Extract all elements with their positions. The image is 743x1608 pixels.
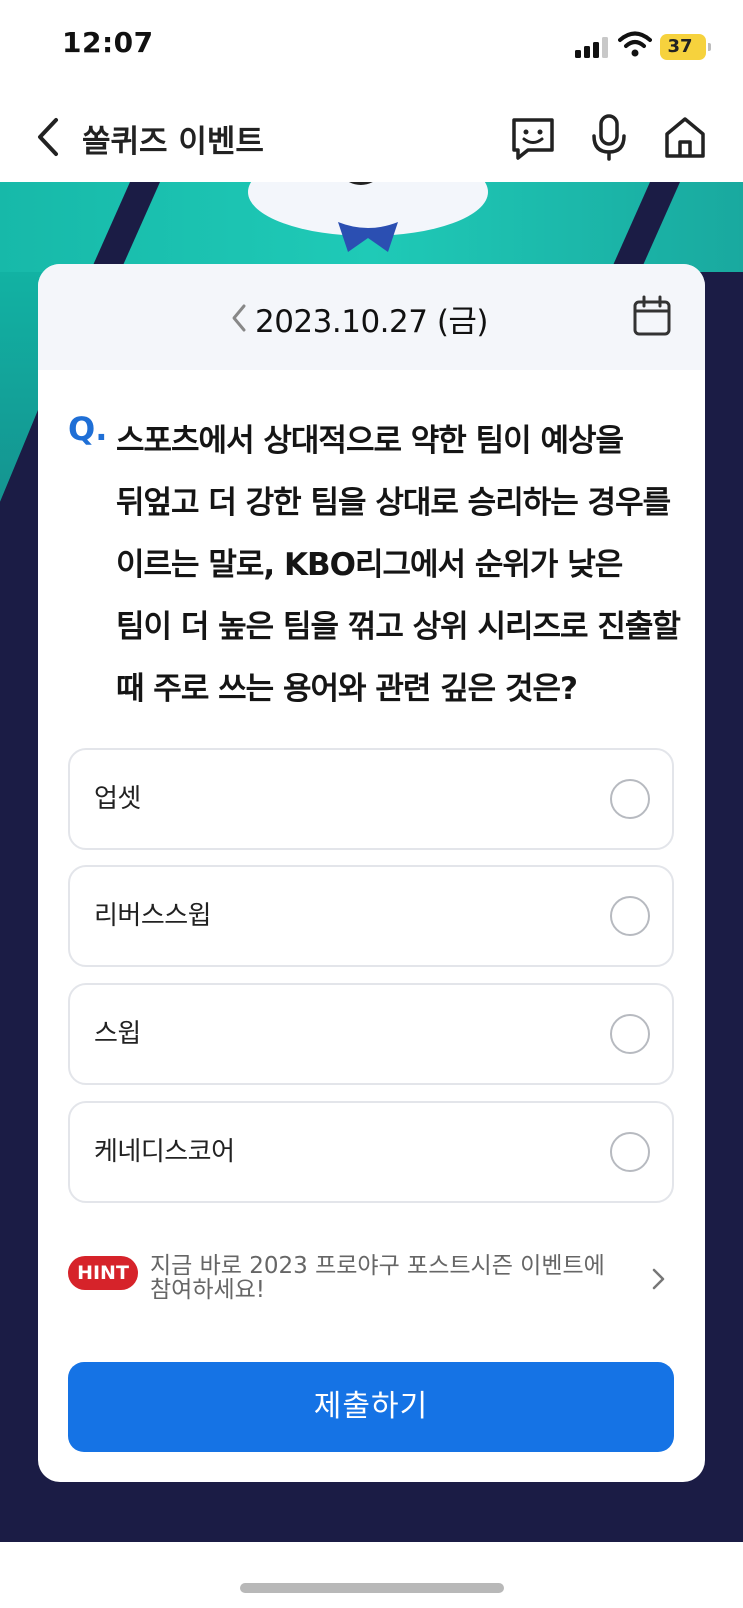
- quiz-date: 2023.10.27 (금): [254, 304, 489, 340]
- radio-button[interactable]: [610, 896, 650, 936]
- page-title: 쏠퀴즈 이벤트: [82, 124, 264, 160]
- answer-option[interactable]: 업셋: [68, 748, 674, 850]
- chevron-right-icon: [652, 1268, 665, 1290]
- submit-button[interactable]: 제출하기: [68, 1362, 674, 1452]
- mascot-illustration: [248, 182, 488, 252]
- status-time: 12:07: [62, 26, 154, 59]
- hint-text: 지금 바로 2023 프로야구 포스트시즌 이벤트에 참여하세요!: [150, 1253, 605, 1303]
- home-icon[interactable]: [660, 112, 710, 162]
- question-mark: Q.: [68, 410, 108, 448]
- quiz-card: 2023.10.27 (금) Q. 스포츠에서 상대적으로 약한 팀이 예상을 …: [38, 264, 705, 1482]
- option-label: 리버스스윕: [94, 901, 212, 931]
- radio-button[interactable]: [610, 1132, 650, 1172]
- option-label: 스윕: [94, 1019, 141, 1049]
- date-navigator: 2023.10.27 (금): [38, 264, 705, 370]
- cellular-signal-icon: [575, 36, 609, 58]
- option-label: 업셋: [94, 784, 141, 814]
- radio-button[interactable]: [610, 779, 650, 819]
- wifi-icon: [618, 31, 652, 57]
- hint-link[interactable]: HINT 지금 바로 2023 프로야구 포스트시즌 이벤트에 참여하세요!: [68, 1254, 674, 1314]
- answer-option[interactable]: 케네디스코어: [68, 1101, 674, 1203]
- microphone-icon[interactable]: [584, 112, 634, 162]
- battery-icon: 37: [660, 34, 711, 60]
- option-label: 케네디스코어: [94, 1137, 235, 1167]
- answer-option[interactable]: 스윕: [68, 983, 674, 1085]
- question-text: 스포츠에서 상대적으로 약한 팀이 예상을 뒤엎고 더 강한 팀을 상대로 승리…: [116, 423, 681, 707]
- battery-level: 37: [667, 36, 693, 57]
- calendar-icon[interactable]: [630, 294, 674, 338]
- status-bar: 12:07 37: [0, 0, 743, 92]
- chatbot-icon[interactable]: [508, 112, 558, 162]
- radio-button[interactable]: [610, 1014, 650, 1054]
- answer-option[interactable]: 리버스스윕: [68, 865, 674, 967]
- home-indicator[interactable]: [240, 1583, 504, 1593]
- chevron-left-icon[interactable]: [30, 114, 70, 160]
- app-header: 쏠퀴즈 이벤트: [0, 92, 743, 182]
- hint-badge: HINT: [68, 1256, 138, 1290]
